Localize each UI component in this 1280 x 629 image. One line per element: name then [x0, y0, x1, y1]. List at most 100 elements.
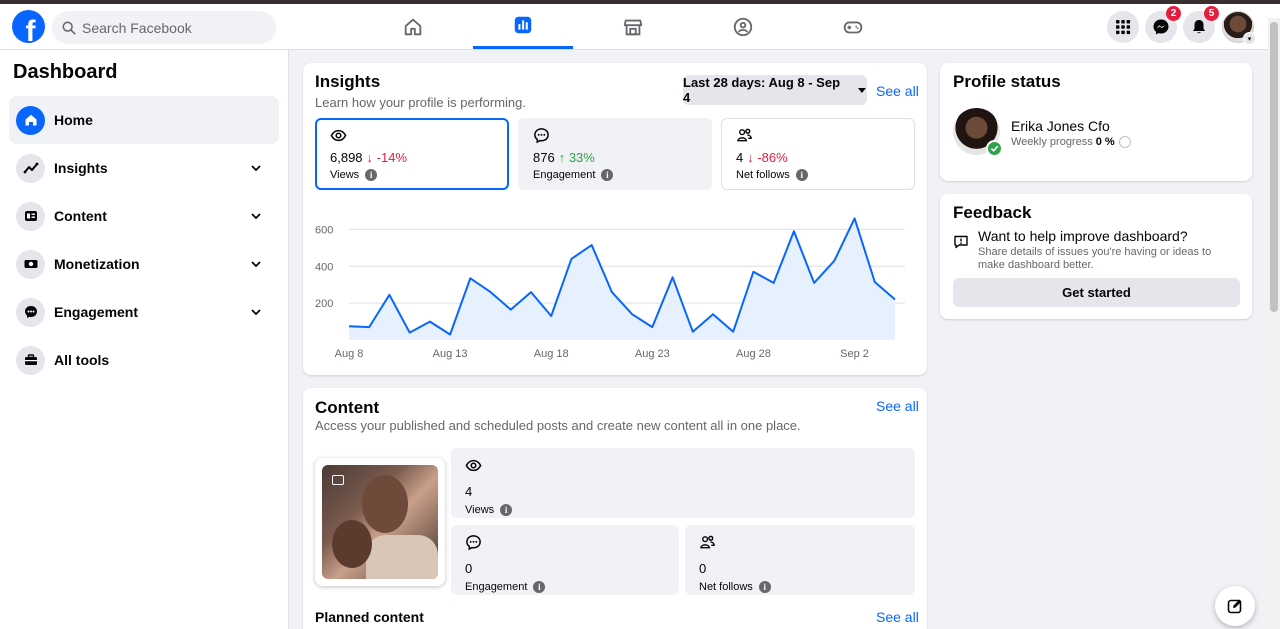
- data-point[interactable]: [447, 331, 453, 337]
- messenger-button[interactable]: 2: [1145, 6, 1181, 43]
- bar-chart-icon: [514, 16, 532, 34]
- data-point[interactable]: [528, 289, 534, 295]
- y-tick-label: 600: [315, 224, 333, 236]
- data-point[interactable]: [791, 228, 797, 234]
- data-point[interactable]: [670, 274, 676, 280]
- content-engagement-label: Engagement: [465, 581, 528, 593]
- content-engagement-value: 0: [465, 561, 473, 576]
- sidebar-item-engagement[interactable]: Engagement: [9, 288, 279, 336]
- data-point[interactable]: [589, 242, 595, 248]
- insights-card: Insights Learn how your profile is perfo…: [303, 63, 927, 375]
- data-point[interactable]: [366, 324, 372, 330]
- chat-bubble-icon: [16, 297, 45, 327]
- insights-see-all-link[interactable]: See all: [876, 83, 919, 99]
- data-point[interactable]: [548, 313, 554, 319]
- data-point[interactable]: [872, 279, 878, 285]
- data-point[interactable]: [346, 323, 352, 329]
- post-thumbnail[interactable]: [315, 458, 445, 586]
- scrollbar-thumb[interactable]: [1270, 22, 1278, 312]
- views-metric-card[interactable]: 6,898 ↓ -14% Views i: [315, 118, 509, 190]
- content-follows-box: 0 Net follows i: [685, 525, 915, 595]
- chevron-down-icon[interactable]: [243, 302, 269, 322]
- engagement-metric-card[interactable]: 876 ↑ 33% Engagement i: [518, 118, 712, 190]
- info-icon[interactable]: i: [758, 581, 771, 593]
- sidebar-item-all-tools[interactable]: All tools: [9, 336, 279, 384]
- data-point[interactable]: [427, 319, 433, 325]
- page-scrollbar[interactable]: [1268, 18, 1280, 629]
- data-point[interactable]: [892, 296, 898, 302]
- data-point[interactable]: [649, 324, 655, 330]
- content-see-all-link[interactable]: See all: [876, 398, 919, 414]
- net-follows-metric-card[interactable]: 4 ↓ -86% Net follows i: [721, 118, 915, 190]
- account-avatar[interactable]: ▾: [1222, 11, 1256, 45]
- sidebar-title: Dashboard: [13, 61, 118, 83]
- notifications-button[interactable]: 5: [1183, 6, 1219, 43]
- get-started-button[interactable]: Get started: [953, 278, 1240, 307]
- date-range-dropdown[interactable]: Last 28 days: Aug 8 - Sep 4: [683, 75, 867, 105]
- data-point[interactable]: [852, 215, 858, 221]
- weekly-progress: Weekly progress 0 %: [1011, 136, 1131, 148]
- sidebar-item-label: Content: [54, 208, 107, 224]
- nav-tab-dashboard[interactable]: [473, 4, 573, 49]
- data-point[interactable]: [831, 258, 837, 264]
- people-icon: [737, 128, 752, 142]
- info-icon[interactable]: i: [795, 169, 808, 181]
- sidebar-item-insights[interactable]: Insights: [9, 144, 279, 192]
- marketplace-icon: [623, 19, 643, 35]
- metric-label: Views: [330, 169, 360, 181]
- data-point[interactable]: [508, 307, 514, 313]
- data-point[interactable]: [488, 289, 494, 295]
- info-icon[interactable]: i: [500, 504, 513, 516]
- bell-icon: [1193, 20, 1205, 34]
- menu-button[interactable]: [1107, 11, 1139, 43]
- chevron-down-icon[interactable]: [243, 254, 269, 274]
- feedback-description: Share details of issues you're having or…: [978, 246, 1212, 271]
- sidebar-item-home[interactable]: Home: [9, 96, 279, 144]
- nav-tab-gaming[interactable]: [803, 4, 903, 49]
- facebook-logo-icon[interactable]: f: [12, 10, 45, 43]
- new-message-button[interactable]: [1215, 586, 1255, 626]
- planned-see-all-link[interactable]: See all: [876, 609, 919, 625]
- data-point[interactable]: [690, 329, 696, 335]
- sidebar-item-label: All tools: [54, 352, 110, 368]
- data-point[interactable]: [750, 269, 756, 275]
- info-icon[interactable]: i: [601, 169, 614, 181]
- info-icon[interactable]: i: [365, 169, 378, 181]
- metric-value: 6,898: [330, 150, 363, 165]
- nav-tab-home[interactable]: [363, 4, 463, 49]
- data-point[interactable]: [771, 280, 777, 286]
- chevron-down-icon[interactable]: [243, 206, 269, 226]
- data-point[interactable]: [386, 292, 392, 298]
- data-point[interactable]: [407, 330, 413, 336]
- planned-content-title: Planned content: [315, 609, 424, 625]
- feedback-title: Feedback: [953, 203, 1032, 222]
- search-input[interactable]: [82, 19, 252, 36]
- nav-tab-groups[interactable]: [693, 4, 793, 49]
- checkmark-icon: [986, 140, 1003, 157]
- nav-tab-marketplace[interactable]: [583, 4, 683, 49]
- people-icon: [700, 535, 715, 549]
- content-subtitle: Access your published and scheduled post…: [315, 418, 801, 433]
- chevron-down-icon: ▾: [1243, 32, 1256, 45]
- x-tick-label: Aug 23: [635, 348, 670, 360]
- data-point[interactable]: [568, 256, 574, 262]
- data-point[interactable]: [710, 311, 716, 317]
- info-icon[interactable]: i: [533, 581, 546, 593]
- insights-subtitle: Learn how your profile is performing.: [315, 95, 526, 110]
- data-point[interactable]: [609, 289, 615, 295]
- data-point[interactable]: [811, 280, 817, 286]
- date-range-label: Last 28 days: Aug 8 - Sep 4: [683, 75, 841, 105]
- search-icon: [62, 21, 76, 34]
- weekly-progress-value: 0 %: [1095, 136, 1115, 148]
- data-point[interactable]: [629, 311, 635, 317]
- data-point[interactable]: [467, 275, 473, 281]
- chat-bubble-icon: [534, 128, 549, 144]
- content-card: Content Access your published and schedu…: [303, 388, 927, 629]
- sidebar-item-content[interactable]: Content: [9, 192, 279, 240]
- sidebar-item-monetization[interactable]: Monetization: [9, 240, 279, 288]
- profile-name[interactable]: Erika Jones Cfo: [1011, 118, 1110, 134]
- search-box[interactable]: [52, 11, 276, 44]
- top-navigation-bar: f 2 5 ▾: [0, 4, 1280, 50]
- chevron-down-icon[interactable]: [243, 158, 269, 178]
- data-point[interactable]: [730, 329, 736, 335]
